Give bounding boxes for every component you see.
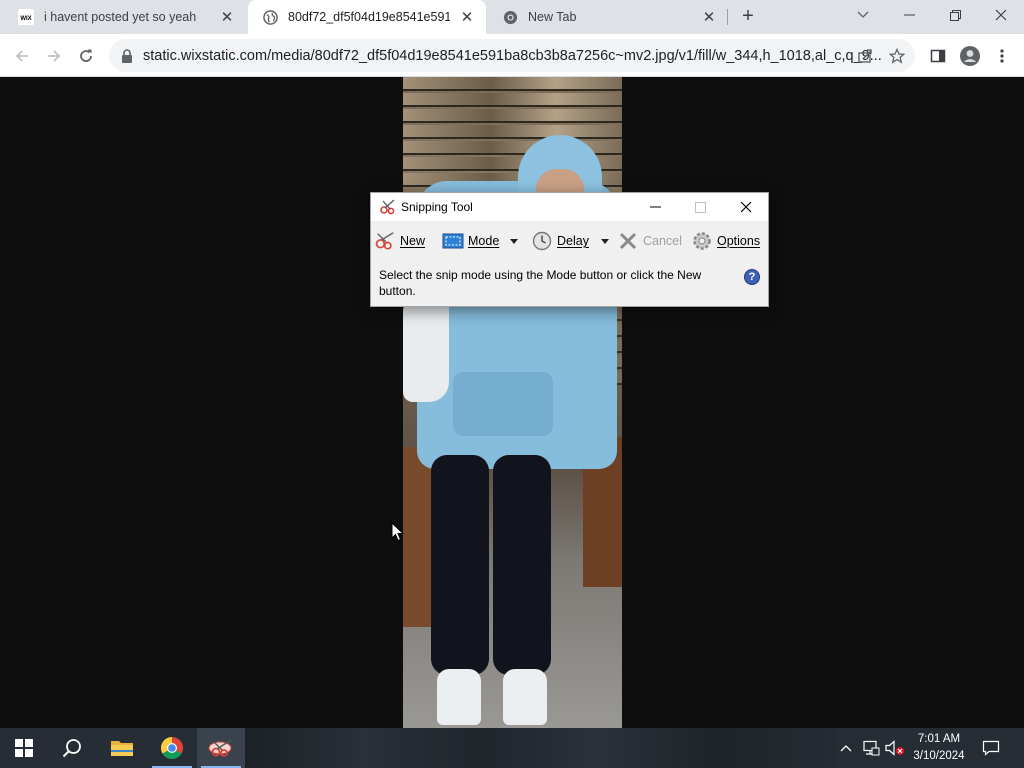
back-button[interactable] — [9, 43, 35, 69]
avatar-icon — [960, 46, 980, 66]
options-button[interactable]: Options — [691, 225, 760, 257]
kebab-menu-icon — [1000, 49, 1004, 63]
chevron-down-icon — [510, 238, 518, 244]
file-explorer-button[interactable] — [98, 728, 146, 768]
tab-image[interactable]: 80df72_df5f04d19e8541e591ba8cb3b8a7256c~… — [248, 0, 486, 34]
tab-title: New Tab — [528, 10, 577, 24]
action-center-button[interactable] — [978, 728, 1004, 768]
close-button[interactable] — [723, 193, 768, 221]
delay-dropdown-arrow[interactable] — [601, 225, 609, 257]
mode-button-label: Mode — [468, 234, 500, 248]
help-icon[interactable]: ? — [744, 269, 760, 285]
show-hidden-icons-button[interactable] — [836, 728, 856, 768]
tab-title: i havent posted yet so yeah — [44, 10, 197, 24]
maximize-button — [678, 193, 723, 221]
forward-button[interactable] — [41, 43, 67, 69]
chevron-up-icon — [840, 745, 852, 752]
chrome-icon — [161, 737, 183, 759]
taskbar-background-image — [245, 728, 835, 768]
browser-toolbar: static.wixstatic.com/media/80df72_df5f04… — [0, 34, 1024, 77]
window-title: Snipping Tool — [401, 200, 473, 214]
close-icon — [995, 9, 1007, 21]
chrome-taskbar-button[interactable] — [148, 728, 196, 768]
folder-icon — [111, 741, 133, 756]
chrome-icon — [502, 9, 518, 25]
delay-button[interactable]: Delay — [531, 225, 589, 257]
wix-favicon-icon: WIX — [18, 9, 34, 25]
tab-search-button[interactable] — [840, 0, 886, 30]
options-button-label: Options — [717, 234, 761, 248]
restore-button[interactable] — [932, 0, 978, 30]
minimize-button[interactable] — [886, 0, 932, 30]
snipping-tool-titlebar[interactable]: Snipping Tool — [371, 193, 768, 221]
tab-title: 80df72_df5f04d19e8541e591ba8cb3b8a7256c~… — [288, 10, 450, 24]
mouse-cursor-icon — [391, 521, 405, 542]
chevron-down-icon — [857, 11, 869, 18]
restore-icon — [949, 9, 961, 21]
profile-button[interactable] — [957, 43, 983, 69]
reload-button[interactable] — [73, 43, 99, 69]
windows-logo-icon — [15, 739, 33, 757]
arrow-left-icon — [15, 50, 28, 62]
clock-date: 3/10/2024 — [913, 750, 965, 762]
close-tab-icon[interactable]: ✕ — [700, 8, 718, 26]
start-button[interactable] — [0, 728, 48, 768]
snipping-tool-icon — [208, 739, 232, 757]
notification-icon — [982, 740, 1000, 756]
gear-icon — [691, 230, 713, 252]
new-button[interactable]: New — [374, 225, 425, 257]
network-icon — [863, 740, 880, 756]
globe-icon — [262, 9, 278, 25]
snipping-tool-window: Snipping Tool New Mode Delay Cancel Opti… — [370, 192, 769, 307]
mode-icon — [442, 230, 464, 252]
minimize-icon — [903, 14, 915, 16]
new-snip-icon — [374, 230, 396, 252]
browser-tab-strip: WIX i havent posted yet so yeah ✕ 80df72… — [0, 0, 1024, 34]
url-text: static.wixstatic.com/media/80df72_df5f04… — [143, 47, 882, 64]
menu-button[interactable] — [989, 43, 1015, 69]
maximize-icon — [695, 201, 706, 213]
new-button-label: New — [400, 234, 426, 248]
clock-icon — [531, 230, 553, 252]
arrow-right-icon — [48, 50, 61, 62]
close-tab-icon[interactable]: ✕ — [458, 8, 476, 26]
tab-divider — [727, 9, 728, 25]
cancel-x-icon — [617, 230, 639, 252]
address-bar[interactable]: static.wixstatic.com/media/80df72_df5f04… — [109, 39, 915, 72]
search-icon — [62, 739, 81, 758]
chevron-down-icon — [601, 238, 609, 244]
new-tab-button[interactable]: + — [737, 5, 759, 27]
close-icon — [740, 201, 751, 213]
tab-wix-post[interactable]: WIX i havent posted yet so yeah ✕ — [4, 0, 246, 34]
wix-favicon-text: WIX — [20, 16, 31, 22]
windows-taskbar: 7:01 AM 3/10/2024 — [0, 728, 1024, 768]
minimize-button[interactable] — [633, 193, 678, 221]
star-icon[interactable] — [887, 46, 907, 66]
instruction-text: Select the snip mode using the Mode butt… — [379, 268, 702, 298]
tab-new-tab[interactable]: New Tab ✕ — [488, 0, 728, 34]
cancel-button-label: Cancel — [643, 234, 682, 248]
taskbar-clock[interactable]: 7:01 AM 3/10/2024 — [902, 731, 976, 765]
side-panel-icon — [930, 49, 946, 63]
side-panel-button[interactable] — [925, 43, 951, 69]
minimize-icon — [650, 206, 661, 208]
snipping-tool-taskbar-button[interactable] — [197, 728, 245, 768]
page-viewport — [0, 77, 1024, 728]
share-icon[interactable] — [855, 46, 875, 66]
network-button[interactable] — [860, 728, 882, 768]
snipping-tool-icon — [379, 198, 397, 216]
lock-icon[interactable] — [121, 48, 135, 64]
cancel-button[interactable]: Cancel — [617, 225, 682, 257]
search-button[interactable] — [48, 728, 96, 768]
close-window-button[interactable] — [978, 0, 1024, 30]
close-tab-icon[interactable]: ✕ — [218, 8, 236, 26]
delay-button-label: Delay — [557, 234, 589, 248]
snipping-toolbar: New Mode Delay Cancel Options — [371, 225, 768, 257]
mode-button[interactable]: Mode — [442, 225, 499, 257]
reload-icon — [80, 49, 92, 62]
mode-dropdown-arrow[interactable] — [510, 225, 518, 257]
displayed-photo — [403, 77, 622, 728]
clock-time: 7:01 AM — [917, 733, 961, 745]
